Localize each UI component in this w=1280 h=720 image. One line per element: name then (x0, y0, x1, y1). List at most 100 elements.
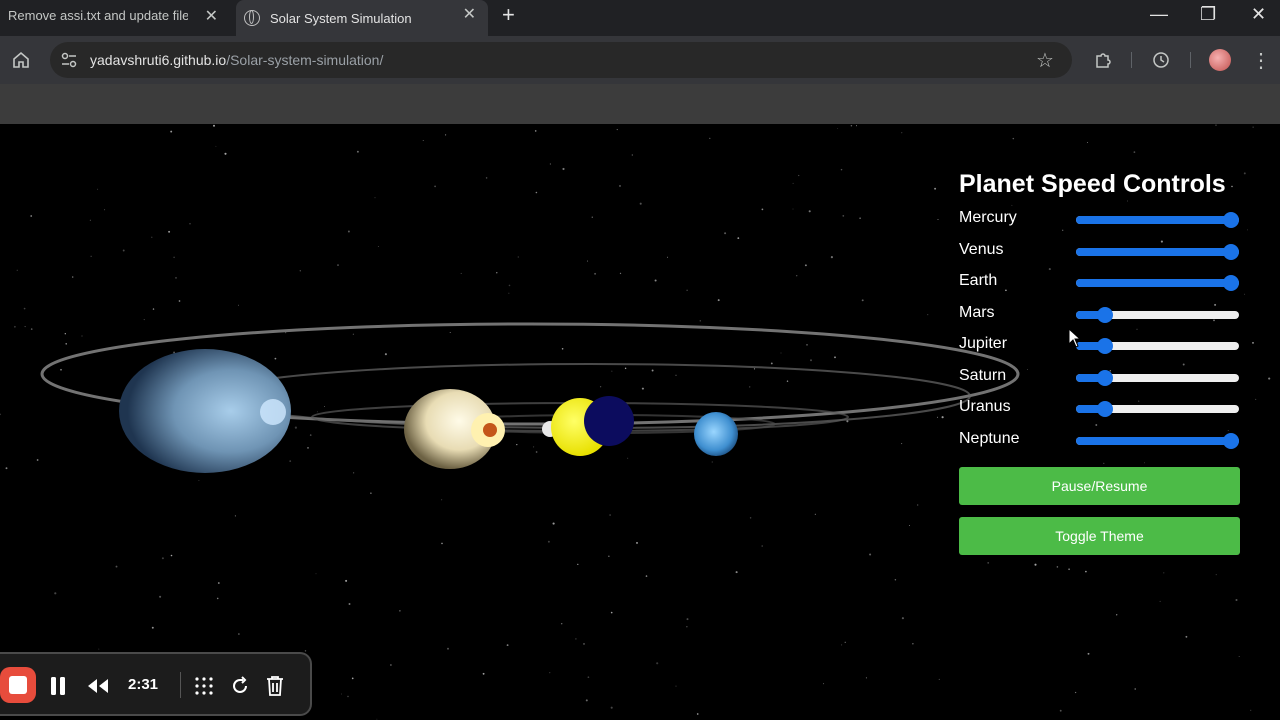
star (508, 292, 510, 294)
pause-resume-button[interactable]: Pause/Resume (959, 467, 1240, 505)
star (795, 274, 798, 277)
pause-icon[interactable] (50, 676, 66, 696)
grid-icon[interactable] (194, 676, 214, 696)
tab-remove-assi[interactable]: Remove assi.txt and update file ✕ (0, 0, 230, 30)
star (23, 307, 26, 310)
star (309, 434, 312, 436)
restore-button[interactable]: ❐ (1200, 4, 1216, 25)
star (238, 304, 239, 306)
star (709, 137, 711, 140)
home-icon[interactable] (12, 51, 30, 69)
star (1215, 124, 1217, 126)
speed-slider-jupiter[interactable] (1076, 338, 1239, 354)
slider-thumb[interactable] (1223, 275, 1239, 291)
window-close-button[interactable]: ✕ (1251, 4, 1266, 25)
star (1159, 600, 1161, 602)
star (54, 592, 57, 595)
star (717, 299, 720, 302)
star (316, 411, 318, 413)
star (927, 314, 929, 316)
slider-thumb[interactable] (1223, 432, 1239, 449)
planet-label: Neptune (959, 429, 1020, 447)
minimize-button[interactable]: — (1150, 4, 1168, 25)
star (1163, 572, 1165, 574)
speed-slider-venus[interactable] (1076, 243, 1239, 260)
star (894, 579, 897, 581)
star (289, 460, 292, 462)
speed-row-earth: Earth (959, 267, 1240, 299)
stop-recording-button[interactable] (0, 667, 36, 703)
bookmark-star-icon[interactable]: ☆ (1036, 48, 1054, 73)
speed-slider-mercury[interactable] (1076, 212, 1239, 228)
star (901, 443, 903, 445)
star (724, 232, 727, 235)
star (1087, 652, 1090, 655)
star (735, 571, 738, 574)
slider-thumb[interactable] (1096, 338, 1113, 354)
speed-slider-saturn[interactable] (1076, 369, 1239, 386)
history-icon[interactable] (1152, 51, 1170, 69)
slider-fill (1076, 247, 1231, 256)
address-bar[interactable]: yadavshruti6.github.io/Solar-system-simu… (50, 42, 1072, 78)
url-text[interactable]: yadavshruti6.github.io/Solar-system-simu… (90, 52, 383, 68)
speed-slider-uranus[interactable] (1076, 401, 1239, 417)
star (749, 517, 752, 519)
close-tab-icon[interactable]: ✕ (205, 6, 218, 26)
star (792, 208, 794, 210)
profile-avatar[interactable] (1209, 49, 1231, 71)
star (71, 276, 74, 278)
slider-thumb[interactable] (1096, 369, 1113, 386)
star (168, 230, 171, 233)
star (686, 618, 689, 621)
site-info-icon[interactable] (60, 52, 78, 68)
star (422, 139, 424, 141)
speed-row-uranus: Uranus (959, 393, 1240, 425)
globe-icon (244, 10, 260, 26)
close-tab-icon[interactable]: ✕ (463, 4, 476, 24)
star (377, 246, 379, 247)
star (5, 467, 8, 470)
star (535, 191, 538, 194)
star (89, 219, 91, 221)
star (611, 370, 613, 372)
star (299, 270, 301, 272)
planet-mars (483, 423, 497, 437)
star (619, 272, 622, 275)
restart-icon[interactable] (230, 676, 250, 696)
new-tab-button[interactable]: + (502, 2, 515, 28)
slider-thumb[interactable] (1096, 306, 1113, 323)
browser-menu-icon[interactable]: ⋮ (1251, 48, 1271, 73)
star (122, 249, 125, 252)
star (104, 209, 106, 211)
planet-label: Saturn (959, 366, 1007, 384)
speed-slider-neptune[interactable] (1076, 432, 1239, 449)
star (315, 573, 317, 575)
planet-uranus (694, 412, 738, 456)
star (143, 319, 145, 321)
extensions-icon[interactable] (1094, 51, 1112, 69)
star (14, 325, 16, 328)
star (711, 461, 713, 463)
trash-icon[interactable] (265, 675, 285, 697)
planet-label: Earth (959, 272, 998, 289)
star (36, 459, 39, 461)
star (356, 150, 359, 153)
star (170, 554, 173, 557)
star (1252, 342, 1254, 344)
speed-slider-mars[interactable] (1076, 306, 1239, 323)
star (562, 167, 565, 171)
star (560, 622, 563, 625)
star (1185, 635, 1188, 638)
star (823, 683, 825, 685)
tab-solar-system[interactable]: Solar System Simulation ✕ (236, 0, 488, 36)
star (610, 611, 613, 614)
speed-slider-earth[interactable] (1076, 275, 1239, 291)
star (1238, 655, 1240, 658)
star (224, 152, 227, 155)
slider-thumb[interactable] (1223, 243, 1239, 260)
toggle-theme-button[interactable]: Toggle Theme (959, 517, 1240, 555)
slider-thumb[interactable] (1096, 401, 1113, 417)
slider-thumb[interactable] (1223, 212, 1239, 228)
rewind-icon[interactable] (87, 678, 109, 694)
screen-recorder-bar: 2:31 (0, 652, 312, 716)
